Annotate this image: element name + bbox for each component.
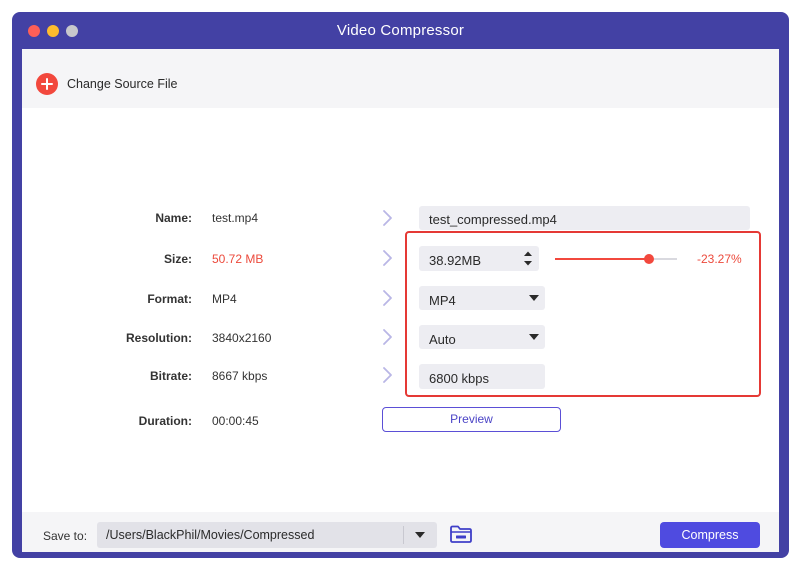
resolution-label: Resolution: — [126, 331, 192, 345]
source-format-value: MP4 — [212, 292, 237, 306]
duration-label: Duration: — [138, 414, 192, 428]
chevron-right-icon — [382, 249, 394, 267]
title-bar: Video Compressor — [12, 12, 789, 49]
plus-circle-icon[interactable] — [36, 73, 58, 95]
compress-button[interactable]: Compress — [660, 522, 760, 548]
source-size-value: 50.72 MB — [212, 252, 264, 266]
preview-button[interactable]: Preview — [382, 407, 561, 432]
chevron-right-icon — [382, 328, 394, 346]
source-bitrate-value: 8667 kbps — [212, 369, 268, 383]
format-label: Format: — [147, 292, 192, 306]
main-content: Change Source File Name: test.mp4 test_c… — [22, 49, 779, 552]
bitrate-label: Bitrate: — [149, 369, 192, 383]
output-name-input[interactable]: test_compressed.mp4 — [419, 206, 750, 230]
save-path-value: /Users/BlackPhil/Movies/Compressed — [106, 528, 315, 542]
save-to-label: Save to: — [43, 529, 88, 543]
window-title: Video Compressor — [336, 22, 465, 39]
source-resolution-value: 3840x2160 — [212, 331, 272, 345]
toolbar: Change Source File — [22, 49, 779, 108]
folder-icon[interactable] — [449, 524, 473, 544]
source-name-value: test.mp4 — [212, 211, 259, 225]
save-path-select[interactable]: /Users/BlackPhil/Movies/Compressed — [97, 522, 437, 548]
highlight-box — [405, 231, 761, 397]
duration-value: 00:00:45 — [212, 414, 259, 428]
app-window: Video Compressor Change Source File Name… — [12, 12, 789, 558]
chevron-right-icon — [382, 209, 394, 227]
chevron-right-icon — [382, 366, 394, 384]
output-name-value: test_compressed.mp4 — [429, 212, 557, 227]
caret-down-icon[interactable] — [415, 532, 425, 538]
change-source-file-button[interactable]: Change Source File — [67, 77, 177, 91]
footer-bar: Save to: /Users/BlackPhil/Movies/Compres… — [22, 512, 779, 552]
size-label: Size: — [163, 252, 192, 266]
divider — [403, 526, 404, 544]
chevron-right-icon — [382, 289, 394, 307]
name-label: Name: — [155, 211, 192, 225]
